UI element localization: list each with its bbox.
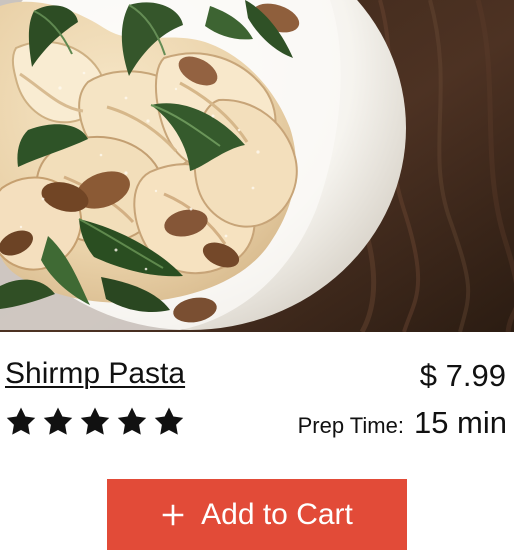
dish-image: [0, 0, 514, 332]
plus-icon: [162, 504, 184, 525]
star-icon[interactable]: [152, 405, 186, 439]
star-icon[interactable]: [115, 405, 149, 439]
add-to-cart-label: Add to Cart: [201, 497, 353, 531]
star-icon[interactable]: [41, 405, 75, 439]
product-info: Shirmp Pasta $ 7.99 Prep Time: 15 min Ad…: [0, 332, 514, 552]
add-to-cart-button[interactable]: Add to Cart: [107, 479, 407, 550]
star-icon[interactable]: [4, 405, 38, 439]
price-label: $ 7.99: [419, 358, 506, 393]
rating-stars: [4, 405, 186, 445]
prep-time-value: 15 min: [413, 405, 507, 440]
star-icon[interactable]: [78, 405, 112, 439]
prep-time-label: Prep Time:: [297, 413, 404, 438]
product-title[interactable]: Shirmp Pasta: [5, 356, 185, 392]
shrimp-pasta-photo: [0, 0, 514, 332]
prep-time: Prep Time: 15 min: [298, 405, 507, 441]
